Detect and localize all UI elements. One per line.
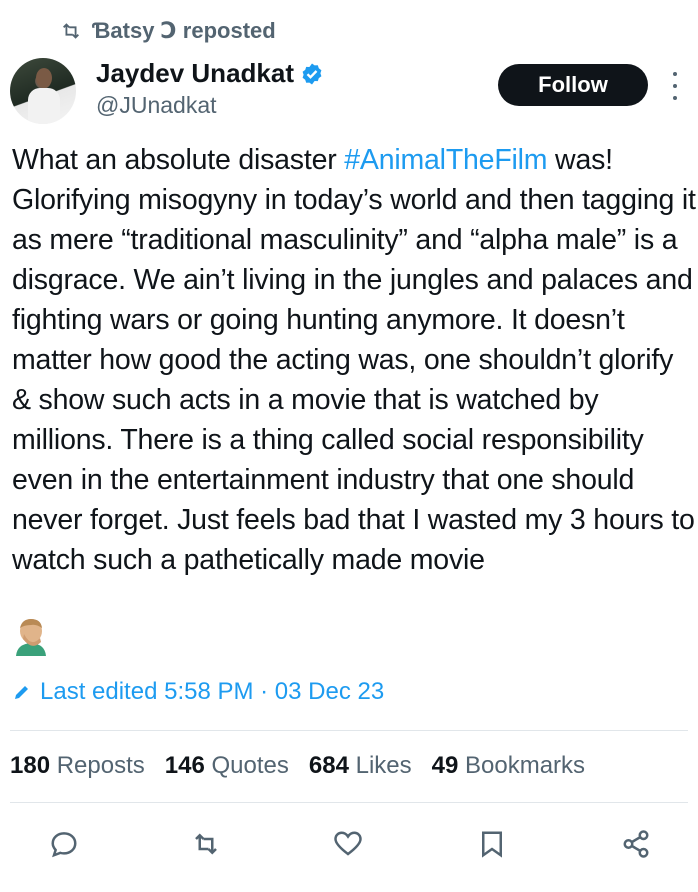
quotes-label: Quotes xyxy=(211,752,289,779)
repost-text: Ɓatsy Ↄ reposted xyxy=(92,18,276,43)
more-options-icon[interactable] xyxy=(670,72,680,100)
reposts-label: Reposts xyxy=(56,752,145,779)
last-edited-text: Last edited 5:58 PM · 03 Dec 23 xyxy=(40,678,385,705)
share-icon xyxy=(623,830,649,858)
tweet-text-post: was! Glorifying misogyny in today’s worl… xyxy=(12,144,696,576)
share-button[interactable] xyxy=(614,822,658,866)
tweet-text-pre: What an absolute disaster xyxy=(12,144,345,176)
bookmarks-label: Bookmarks xyxy=(465,752,586,779)
man-facepalming-emoji-icon xyxy=(16,619,46,656)
reply-icon xyxy=(51,832,77,858)
bookmarks-count: 49 xyxy=(431,752,459,779)
action-bar xyxy=(0,822,698,866)
repost-icon xyxy=(63,23,79,39)
likes-label: Likes xyxy=(355,752,412,779)
follow-button[interactable]: Follow xyxy=(498,64,648,106)
reply-button[interactable] xyxy=(42,822,86,866)
heart-icon xyxy=(334,831,362,856)
author-name[interactable]: Jaydev Unadkat xyxy=(96,58,324,89)
repost-icon xyxy=(195,833,217,855)
divider xyxy=(10,730,688,731)
hashtag-link[interactable]: #AnimalTheFilm xyxy=(344,144,547,176)
tweet-text: What an absolute disaster #AnimalTheFilm… xyxy=(12,140,696,580)
last-edited-link[interactable]: Last edited 5:58 PM · 03 Dec 23 xyxy=(12,678,384,706)
likes-stat[interactable]: 684 Likes xyxy=(309,752,412,780)
divider xyxy=(10,802,688,803)
repost-button[interactable] xyxy=(184,822,228,866)
quotes-count: 146 xyxy=(164,752,205,779)
like-button[interactable] xyxy=(326,822,370,866)
author-name-text: Jaydev Unadkat xyxy=(96,58,294,88)
bookmarks-stat[interactable]: 49 Bookmarks xyxy=(432,752,585,780)
reposts-count: 180 xyxy=(10,752,51,779)
quotes-stat[interactable]: 146 Quotes xyxy=(165,752,289,780)
engagement-stats: 180 Reposts 146 Quotes 684 Likes 49 Book… xyxy=(10,752,585,780)
bookmark-icon xyxy=(482,831,502,858)
reposts-stat[interactable]: 180 Reposts xyxy=(10,752,145,780)
verified-badge-icon xyxy=(302,63,322,84)
bookmark-button[interactable] xyxy=(470,822,514,866)
author-handle[interactable]: @JUnadkat xyxy=(96,92,217,119)
pencil-icon xyxy=(15,686,28,699)
repost-indicator[interactable]: Ɓatsy Ↄ reposted xyxy=(60,18,276,44)
avatar[interactable] xyxy=(10,58,76,124)
likes-count: 684 xyxy=(308,752,349,779)
